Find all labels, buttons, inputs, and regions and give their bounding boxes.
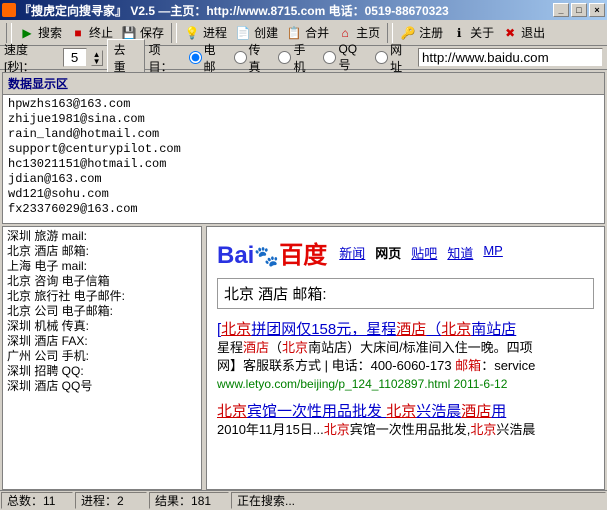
minimize-button[interactable]: _	[553, 3, 569, 17]
data-body[interactable]: hpwzhs163@163.com zhijue1981@sina.com ra…	[3, 95, 604, 223]
result-snippet: 2010年11月15日...北京宾馆一次性用品批发,北京兴浩晨	[217, 422, 535, 437]
radio-email[interactable]: 电邮	[189, 41, 228, 75]
app-icon	[2, 3, 16, 17]
title-text: 『捜虎定向搜寻家』 V2.5 —主页：http://www.8715.com 电…	[19, 2, 553, 19]
create-icon: 📄	[235, 25, 251, 41]
statusbar: 总数：11 进程：2 结果：181 正在搜索...	[0, 490, 607, 510]
radio-qq[interactable]: QQ号	[323, 42, 369, 73]
data-display-area: 数据显示区 hpwzhs163@163.com zhijue1981@sina.…	[2, 72, 605, 224]
keyword-list[interactable]: 深圳 旅游 mail: 北京 酒店 邮箱: 上海 电子 mail: 北京 咨询 …	[2, 226, 202, 490]
result-snippet: 星程酒店（北京南站店）大床间/标准间入住一晚。四项网】客服联系方式 | 电话：4…	[217, 340, 535, 373]
browser-pane: Bai🐾百度 新闻 网页 贴吧 知道 MP 北京 酒店 邮箱: [北京拼团网仅1…	[206, 226, 605, 490]
options-bar: 速度[秒]： ▲▼ 去重 项目： 电邮 传真 手机 QQ号 网址	[0, 46, 607, 70]
status-process: 进程：2	[75, 492, 147, 509]
home-icon: ⌂	[337, 25, 353, 41]
exit-button[interactable]: ✖退出	[499, 22, 548, 43]
nav-zhidao[interactable]: 知道	[447, 243, 473, 262]
stop-icon: ■	[70, 25, 86, 41]
url-input[interactable]	[418, 48, 603, 67]
data-header: 数据显示区	[3, 73, 604, 95]
result-url: www.letyo.com/beijing/p_124_1102897.html…	[217, 377, 507, 391]
search-results: [北京拼团网仅158元，星程酒店（北京南站店星程酒店（北京南站店）大床间/标准间…	[217, 321, 594, 439]
nav-mp[interactable]: MP	[483, 243, 503, 262]
radio-mobile[interactable]: 手机	[278, 41, 317, 75]
speed-label: 速度[秒]：	[4, 41, 59, 75]
search-result: [北京拼团网仅158元，星程酒店（北京南站店星程酒店（北京南站店）大床间/标准间…	[217, 321, 594, 393]
baidu-nav: 新闻 网页 贴吧 知道 MP	[339, 243, 503, 262]
baidu-logo: Bai🐾百度	[217, 235, 327, 270]
nav-news[interactable]: 新闻	[339, 243, 365, 262]
bulb-icon: 💡	[184, 25, 200, 41]
speed-spinner[interactable]: ▲▼	[91, 50, 103, 66]
project-label: 项目：	[149, 41, 185, 75]
window-controls: _ □ ×	[553, 3, 605, 17]
about-button[interactable]: ℹ关于	[448, 22, 497, 43]
search-result: 北京宾馆一次性用品批发 北京兴浩晨酒店用 2010年11月15日...北京宾馆一次…	[217, 403, 594, 439]
titlebar: 『捜虎定向搜寻家』 V2.5 —主页：http://www.8715.com 电…	[0, 0, 607, 20]
dedup-button[interactable]: 去重	[107, 39, 145, 77]
radio-url[interactable]: 网址	[375, 41, 414, 75]
baidu-search-input[interactable]: 北京 酒店 邮箱:	[217, 278, 594, 309]
baidu-header: Bai🐾百度 新闻 网页 贴吧 知道 MP	[217, 235, 594, 270]
radio-fax[interactable]: 传真	[234, 41, 273, 75]
result-title[interactable]: [北京拼团网仅158元，星程酒店（北京南站店	[217, 321, 516, 338]
status-message: 正在搜索...	[231, 492, 606, 509]
exit-icon: ✖	[502, 25, 518, 41]
close-button[interactable]: ×	[589, 3, 605, 17]
result-title[interactable]: 北京宾馆一次性用品批发 北京兴浩晨酒店用	[217, 403, 506, 420]
status-result: 结果：181	[149, 492, 229, 509]
info-icon: ℹ	[451, 25, 467, 41]
merge-icon: 📋	[286, 25, 302, 41]
key-icon: 🔑	[400, 25, 416, 41]
speed-input[interactable]	[63, 48, 87, 67]
play-icon: ▶	[19, 25, 35, 41]
nav-web[interactable]: 网页	[375, 243, 401, 262]
status-total: 总数：11	[1, 492, 73, 509]
nav-tieba[interactable]: 贴吧	[411, 243, 437, 262]
maximize-button[interactable]: □	[571, 3, 587, 17]
